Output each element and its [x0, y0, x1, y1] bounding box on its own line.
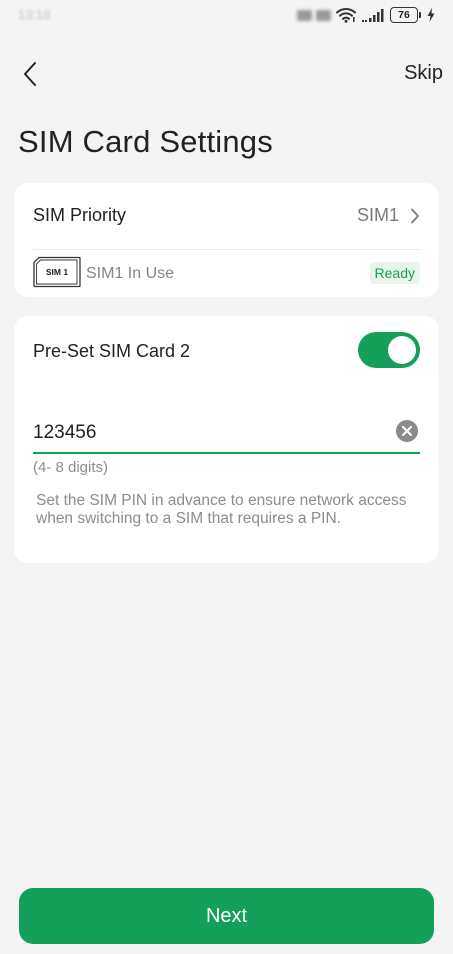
status-time: 13:18: [18, 7, 51, 22]
preset-sim2-label: Pre-Set SIM Card 2: [33, 341, 191, 361]
signal-icon: [362, 9, 384, 22]
battery-icon: 76: [390, 7, 421, 23]
clear-icon[interactable]: [396, 420, 418, 442]
wifi-icon: [336, 7, 356, 23]
sim-status-row: SIM 1 SIM1 In Use Ready: [14, 250, 439, 297]
charging-icon: [427, 8, 435, 22]
status-icons: 76: [297, 6, 435, 24]
chevron-left-icon: [24, 62, 36, 86]
status-bar: 13:18 76: [0, 0, 453, 30]
pin-hint: (4- 8 digits): [33, 459, 109, 476]
preset-sim2-card: Pre-Set SIM Card 2 (4- 8 digits) Set the…: [14, 316, 439, 563]
toggle-knob: [388, 336, 416, 364]
pin-field: [33, 416, 420, 454]
pin-input[interactable]: [33, 420, 373, 446]
sim-priority-value: SIM1: [356, 205, 399, 225]
pin-description: Set the SIM PIN in advance to ensure net…: [36, 492, 407, 527]
notification-icons: [297, 9, 331, 21]
skip-button[interactable]: Skip: [404, 62, 443, 85]
next-button[interactable]: Next: [19, 888, 434, 944]
chevron-right-icon: [411, 208, 419, 224]
page-title: SIM Card Settings: [18, 124, 273, 159]
battery-level: 76: [390, 7, 418, 23]
status-badge: Ready: [369, 262, 420, 284]
sim-priority-label: SIM Priority: [33, 205, 127, 225]
sim-chip-label: SIM 1: [45, 267, 69, 277]
sim-in-use-text: SIM1 In Use: [86, 265, 175, 282]
sim-priority-card: SIM Priority SIM1 SIM 1 SIM1 In Use Read…: [14, 183, 439, 297]
sim-priority-row[interactable]: SIM Priority SIM1: [14, 183, 439, 249]
preset-sim2-toggle[interactable]: [358, 332, 420, 368]
back-button[interactable]: [14, 58, 46, 90]
